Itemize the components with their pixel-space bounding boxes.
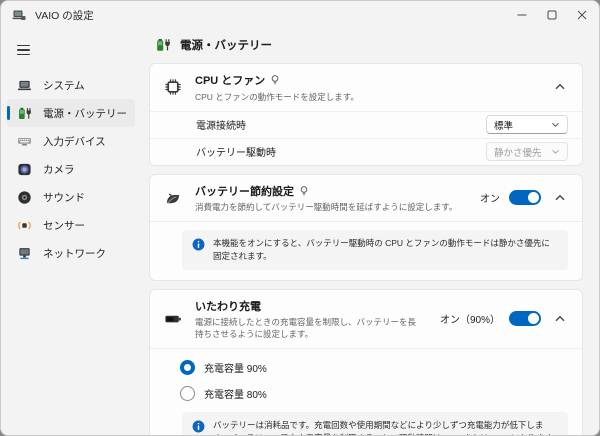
sidebar-item-sensor[interactable]: センサー bbox=[7, 211, 135, 239]
battery-icon bbox=[164, 310, 182, 328]
charge-80-radio[interactable] bbox=[180, 386, 195, 401]
page-title: 電源・バッテリー bbox=[180, 37, 272, 53]
cpu-chip-icon bbox=[164, 78, 182, 96]
ac-power-mode-value: 標準 bbox=[494, 118, 513, 132]
sidebar-item-label: ネットワーク bbox=[43, 246, 106, 261]
cpu-fan-collapse-button[interactable] bbox=[550, 77, 570, 97]
chevron-up-icon bbox=[554, 315, 566, 323]
battery-saver-leaf-icon bbox=[164, 189, 182, 207]
battery-saver-title: バッテリー節約設定 bbox=[195, 183, 294, 199]
cpu-fan-subtitle: CPU とファンの動作モードを設定します。 bbox=[195, 91, 529, 103]
cpu-fan-card: CPU とファン CPU とファンの動作モードを設定します。 bbox=[149, 63, 583, 166]
chevron-down-icon bbox=[551, 122, 560, 128]
charge-80-radio-row[interactable]: 充電容量 80% bbox=[150, 380, 582, 406]
battery-saver-subtitle: 消費電力を節約してバッテリー駆動時間を延ばすように設定します。 bbox=[195, 201, 459, 213]
menu-button[interactable] bbox=[10, 37, 40, 63]
sidebar-item-network[interactable]: ネットワーク bbox=[7, 239, 135, 267]
maximize-icon bbox=[547, 10, 557, 20]
cpu-fan-header[interactable]: CPU とファン CPU とファンの動作モードを設定します。 bbox=[150, 64, 582, 111]
battery-care-subtitle: 電源に接続したときの充電容量を制限し、バッテリーを長持ちさせるように設定します。 bbox=[195, 316, 419, 340]
camera-icon bbox=[17, 162, 32, 177]
sidebar-item-label: 入力デバイス bbox=[43, 134, 106, 149]
battery-care-collapse-button[interactable] bbox=[550, 309, 570, 329]
charge-90-label: 充電容量 90% bbox=[204, 360, 267, 375]
battery-saver-toggle-label: オン bbox=[480, 190, 500, 205]
app-icon bbox=[12, 8, 26, 22]
close-button[interactable] bbox=[567, 1, 597, 29]
ac-power-label: 電源接続時 bbox=[196, 117, 246, 132]
sidebar-item-label: カメラ bbox=[43, 162, 75, 177]
page-header: 電源・バッテリー bbox=[155, 37, 583, 53]
battery-saver-toggle[interactable] bbox=[509, 190, 541, 205]
battery-power-row: バッテリー駆動時 静かさ優先 bbox=[150, 138, 582, 165]
sidebar-item-power-battery[interactable]: 電源・バッテリー bbox=[7, 99, 135, 127]
sidebar: システム 電源・バッテリー bbox=[1, 29, 141, 436]
sensor-icon bbox=[17, 218, 32, 233]
battery-saver-card: バッテリー節約設定 消費電力を節約してバッテリー駆動時間を延ばすように設定します… bbox=[149, 174, 583, 281]
ac-power-row: 電源接続時 標準 bbox=[150, 111, 582, 138]
titlebar: VAIO の設定 bbox=[1, 1, 599, 29]
maximize-button[interactable] bbox=[537, 1, 567, 29]
window-title: VAIO の設定 bbox=[35, 8, 94, 23]
battery-power-mode-select: 静かさ優先 bbox=[486, 142, 568, 161]
main-content: 電源・バッテリー CPU とファン bbox=[141, 29, 599, 436]
minimize-button[interactable] bbox=[507, 1, 537, 29]
battery-care-toggle[interactable] bbox=[509, 311, 541, 326]
battery-saver-info: 本機能をオンにすると、バッテリー駆動時の CPU とファンの動作モードは静かさ優… bbox=[182, 230, 568, 270]
battery-care-title: いたわり充電 bbox=[195, 298, 261, 314]
window-controls bbox=[507, 1, 597, 29]
lightbulb-icon[interactable] bbox=[299, 185, 309, 197]
battery-power-icon bbox=[155, 37, 171, 53]
close-icon bbox=[577, 10, 587, 20]
chevron-up-icon bbox=[554, 83, 566, 91]
sidebar-item-input-devices[interactable]: 入力デバイス bbox=[7, 127, 135, 155]
battery-care-card: いたわり充電 電源に接続したときの充電容量を制限し、バッテリーを長持ちさせるよう… bbox=[149, 289, 583, 436]
ac-power-mode-select[interactable]: 標準 bbox=[486, 115, 568, 134]
network-icon bbox=[17, 246, 32, 261]
charge-80-label: 充電容量 80% bbox=[204, 386, 267, 401]
sidebar-item-label: システム bbox=[43, 78, 85, 93]
vaio-settings-window: VAIO の設定 システム bbox=[0, 0, 600, 436]
battery-power-mode-value: 静かさ優先 bbox=[494, 145, 542, 159]
chevron-up-icon bbox=[554, 194, 566, 202]
speaker-icon bbox=[17, 190, 32, 205]
sidebar-item-camera[interactable]: カメラ bbox=[7, 155, 135, 183]
info-icon bbox=[192, 238, 205, 251]
cpu-fan-title: CPU とファン bbox=[195, 72, 265, 88]
sidebar-item-label: 電源・バッテリー bbox=[43, 106, 127, 121]
battery-power-label: バッテリー駆動時 bbox=[196, 144, 276, 159]
battery-saver-collapse-button[interactable] bbox=[550, 188, 570, 208]
sidebar-item-sound[interactable]: サウンド bbox=[7, 183, 135, 211]
chevron-down-icon bbox=[551, 149, 560, 155]
battery-power-icon bbox=[17, 106, 32, 121]
info-icon bbox=[192, 420, 205, 433]
battery-care-header[interactable]: いたわり充電 電源に接続したときの充電容量を制限し、バッテリーを長持ちさせるよう… bbox=[150, 290, 582, 349]
lightbulb-icon[interactable] bbox=[270, 74, 280, 86]
sidebar-item-system[interactable]: システム bbox=[7, 71, 135, 99]
minimize-icon bbox=[517, 10, 527, 20]
charge-90-radio[interactable] bbox=[180, 360, 195, 375]
battery-saver-header[interactable]: バッテリー節約設定 消費電力を節約してバッテリー駆動時間を延ばすように設定します… bbox=[150, 175, 582, 222]
sidebar-item-label: センサー bbox=[43, 218, 85, 233]
battery-saver-info-text: 本機能をオンにすると、バッテリー駆動時の CPU とファンの動作モードは静かさ優… bbox=[213, 237, 558, 263]
charge-90-radio-row[interactable]: 充電容量 90% bbox=[150, 354, 582, 380]
keyboard-icon bbox=[17, 134, 32, 149]
sidebar-item-label: サウンド bbox=[43, 190, 85, 205]
battery-care-info-text: バッテリーは消耗品です。充電回数や使用期間などにより少しずつ充電能力が低下します… bbox=[213, 419, 558, 436]
battery-care-toggle-label: オン（90%） bbox=[440, 311, 500, 326]
laptop-icon bbox=[17, 78, 32, 93]
battery-care-info: バッテリーは消耗品です。充電回数や使用期間などにより少しずつ充電能力が低下します… bbox=[182, 412, 568, 436]
